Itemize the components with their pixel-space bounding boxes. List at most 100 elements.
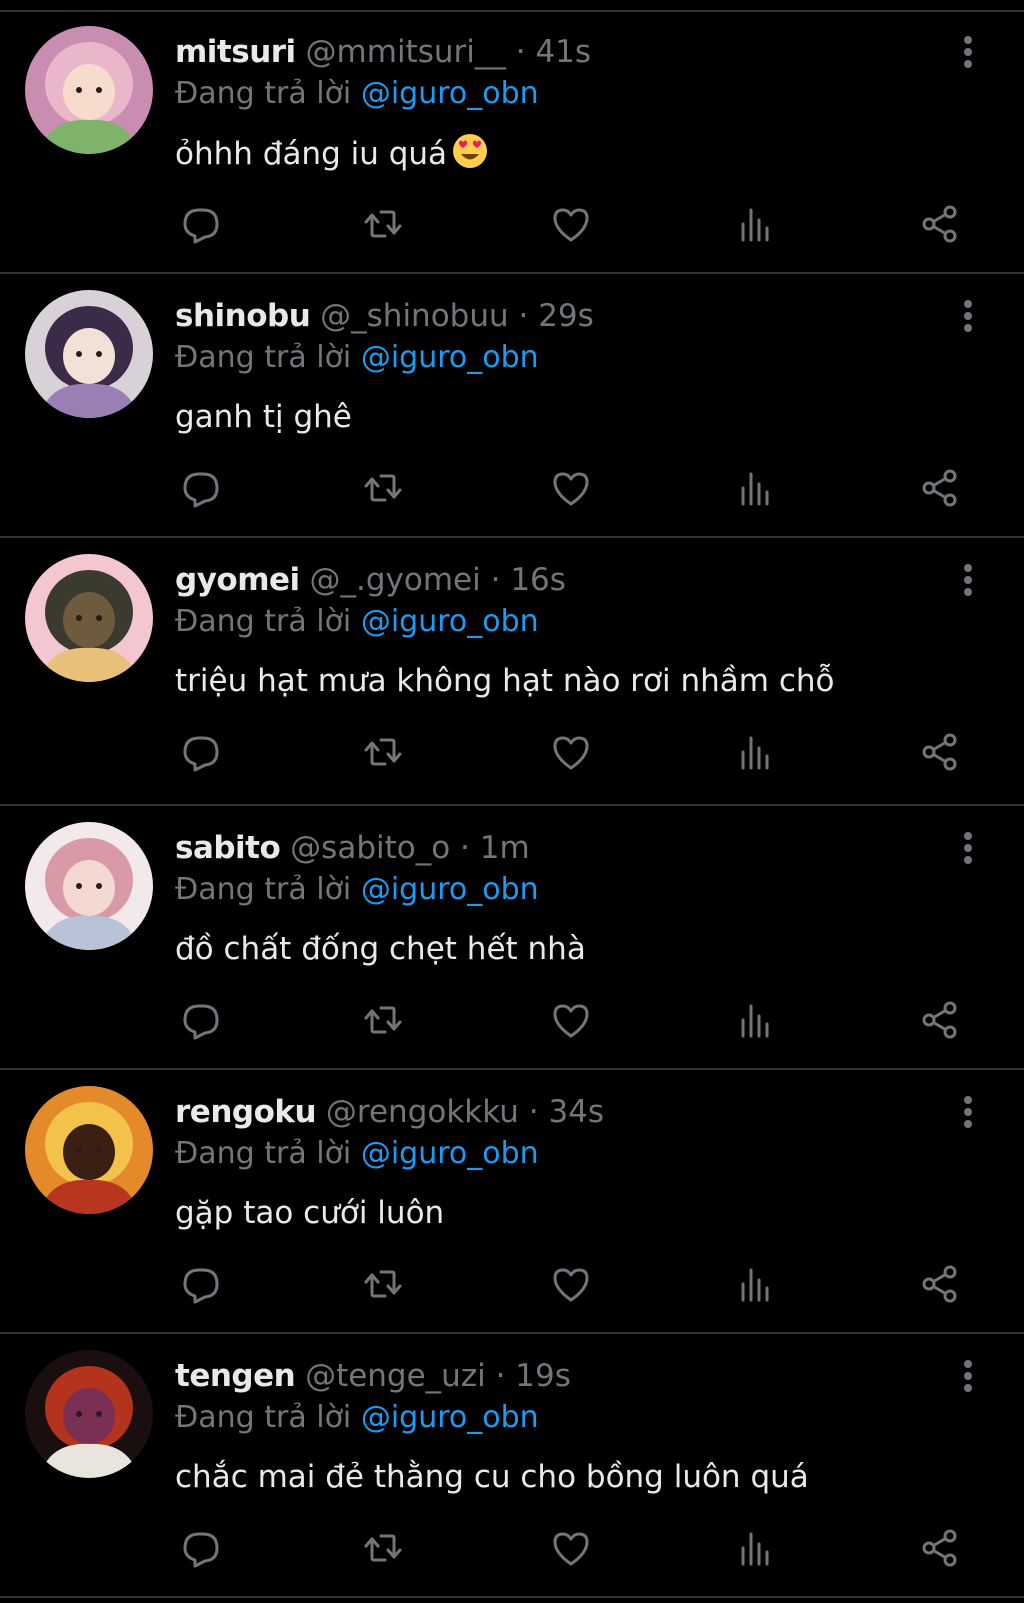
avatar[interactable] — [25, 290, 153, 418]
like-icon[interactable] — [549, 998, 593, 1042]
replying-to-mention[interactable]: @iguro_obn — [361, 604, 539, 639]
more-icon[interactable] — [956, 830, 980, 866]
more-icon[interactable] — [956, 1358, 980, 1394]
action-bar — [175, 1526, 975, 1570]
reply-text: chắc mai đẻ thằng cu cho bồng luôn quá — [175, 1456, 809, 1498]
reply-icon[interactable] — [179, 730, 223, 774]
avatar[interactable] — [25, 554, 153, 682]
user-handle[interactable]: @tenge_uzi — [305, 1358, 486, 1394]
like-icon[interactable] — [549, 730, 593, 774]
action-bar — [175, 730, 975, 774]
like-icon[interactable] — [549, 1526, 593, 1570]
more-icon[interactable] — [956, 34, 980, 70]
display-name[interactable]: rengoku — [175, 1094, 317, 1130]
action-bar — [175, 998, 975, 1042]
reply-text-content: triệu hạt mưa không hạt nào rơi nhầm chỗ — [175, 663, 835, 699]
user-handle[interactable]: @mmitsuri__ — [306, 34, 506, 70]
reply-text-content: ỏhhh đáng iu quá — [175, 136, 448, 172]
display-name[interactable]: sabito — [175, 830, 281, 866]
replying-to-label: Đang trả lời — [175, 1400, 352, 1435]
share-icon[interactable] — [918, 730, 962, 774]
share-icon[interactable] — [918, 466, 962, 510]
avatar[interactable] — [25, 822, 153, 950]
reply-text: triệu hạt mưa không hạt nào rơi nhầm chỗ — [175, 660, 834, 702]
avatar[interactable] — [25, 26, 153, 154]
views-icon[interactable] — [733, 730, 777, 774]
replying-to-mention[interactable]: @iguro_obn — [361, 1136, 539, 1171]
reply-text: gặp tao cưới luôn — [175, 1192, 444, 1234]
reply-item[interactable]: gyomei @_.gyomei · 16s Đang trả lời @igu… — [0, 538, 1024, 806]
reply-list: mitsuri @mmitsuri__ · 41s Đang trả lời @… — [0, 10, 1024, 1598]
separator-dot: · — [505, 34, 536, 70]
reply-item[interactable]: shinobu @_shinobuu · 29s Đang trả lời @i… — [0, 274, 1024, 538]
user-handle[interactable]: @_shinobuu — [320, 298, 509, 334]
views-icon[interactable] — [733, 202, 777, 246]
avatar[interactable] — [25, 1350, 153, 1478]
replying-to-label: Đang trả lời — [175, 76, 352, 111]
reply-header: tengen @tenge_uzi · 19s — [175, 1356, 571, 1396]
timestamp[interactable]: 19s — [515, 1358, 571, 1394]
retweet-icon[interactable] — [361, 202, 405, 246]
more-icon[interactable] — [956, 1094, 980, 1130]
replying-to-mention[interactable]: @iguro_obn — [361, 1400, 539, 1435]
timestamp[interactable]: 29s — [538, 298, 594, 334]
replying-to-line: Đang trả lời @iguro_obn — [175, 1134, 539, 1174]
replying-to-label: Đang trả lời — [175, 1136, 352, 1171]
share-icon[interactable] — [918, 202, 962, 246]
views-icon[interactable] — [733, 998, 777, 1042]
share-icon[interactable] — [918, 998, 962, 1042]
replying-to-mention[interactable]: @iguro_obn — [361, 872, 539, 907]
replying-to-label: Đang trả lời — [175, 872, 352, 907]
like-icon[interactable] — [549, 202, 593, 246]
user-handle[interactable]: @_.gyomei — [310, 562, 481, 598]
replying-to-line: Đang trả lời @iguro_obn — [175, 602, 539, 642]
reply-item[interactable]: mitsuri @mmitsuri__ · 41s Đang trả lời @… — [0, 10, 1024, 274]
replying-to-mention[interactable]: @iguro_obn — [361, 76, 539, 111]
like-icon[interactable] — [549, 1262, 593, 1306]
separator-dot: · — [450, 830, 480, 866]
timestamp[interactable]: 41s — [535, 34, 591, 70]
display-name[interactable]: tengen — [175, 1358, 296, 1394]
reply-icon[interactable] — [179, 466, 223, 510]
reply-text: ganh tị ghê — [175, 396, 352, 438]
replying-to-label: Đang trả lời — [175, 604, 352, 639]
retweet-icon[interactable] — [361, 998, 405, 1042]
timestamp[interactable]: 16s — [510, 562, 566, 598]
views-icon[interactable] — [733, 1262, 777, 1306]
timestamp[interactable]: 1m — [480, 830, 530, 866]
reply-item[interactable]: rengoku @rengokkku · 34s Đang trả lời @i… — [0, 1070, 1024, 1334]
retweet-icon[interactable] — [361, 1526, 405, 1570]
display-name[interactable]: gyomei — [175, 562, 300, 598]
replying-to-mention[interactable]: @iguro_obn — [361, 340, 539, 375]
user-handle[interactable]: @sabito_o — [290, 830, 450, 866]
retweet-icon[interactable] — [361, 1262, 405, 1306]
smiling-face-with-heart-eyes-icon — [453, 134, 488, 168]
display-name[interactable]: shinobu — [175, 298, 311, 334]
views-icon[interactable] — [733, 466, 777, 510]
views-icon[interactable] — [733, 1526, 777, 1570]
reply-icon[interactable] — [179, 1526, 223, 1570]
separator-dot: · — [485, 1358, 516, 1394]
separator-dot: · — [480, 562, 511, 598]
reply-icon[interactable] — [179, 1262, 223, 1306]
action-bar — [175, 1262, 975, 1306]
more-icon[interactable] — [956, 562, 980, 598]
retweet-icon[interactable] — [361, 730, 405, 774]
avatar[interactable] — [25, 1086, 153, 1214]
reply-header: sabito @sabito_o · 1m — [175, 828, 530, 868]
share-icon[interactable] — [918, 1262, 962, 1306]
share-icon[interactable] — [918, 1526, 962, 1570]
separator-dot: · — [508, 298, 539, 334]
timestamp[interactable]: 34s — [548, 1094, 604, 1130]
reply-icon[interactable] — [179, 998, 223, 1042]
reply-item[interactable]: sabito @sabito_o · 1m Đang trả lời @igur… — [0, 806, 1024, 1070]
reply-text: đồ chất đống chẹt hết nhà — [175, 928, 586, 970]
reply-icon[interactable] — [179, 202, 223, 246]
display-name[interactable]: mitsuri — [175, 34, 296, 70]
like-icon[interactable] — [549, 466, 593, 510]
retweet-icon[interactable] — [361, 466, 405, 510]
replying-to-line: Đang trả lời @iguro_obn — [175, 870, 539, 910]
more-icon[interactable] — [956, 298, 980, 334]
reply-item[interactable]: tengen @tenge_uzi · 19s Đang trả lời @ig… — [0, 1334, 1024, 1598]
user-handle[interactable]: @rengokkku — [326, 1094, 519, 1130]
